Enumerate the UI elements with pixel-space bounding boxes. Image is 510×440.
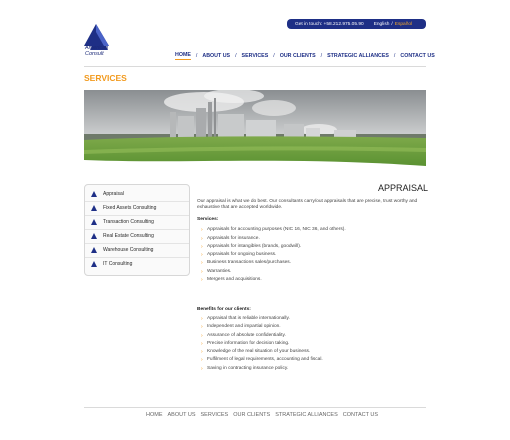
triangle-bullet-icon — [91, 247, 97, 253]
footer-link-services[interactable]: SERVICES — [201, 412, 229, 418]
footer-link-home[interactable]: HOME — [146, 412, 163, 418]
sidebar-item-label: Transaction Consulting — [103, 219, 154, 225]
sidebar-item-it[interactable]: IT Consulting — [85, 257, 189, 271]
list-item: › Appraisals for accounting purposes (NIC… — [201, 227, 346, 234]
services-heading: Services: — [197, 216, 219, 222]
list-item: › Appraisals for ongoing business. — [201, 252, 277, 259]
arrow-bullet-icon: › — [201, 365, 203, 372]
logo-name-line2: Consult — [85, 50, 104, 57]
list-item: › Independent and impartial opinion. — [201, 324, 281, 331]
arrow-bullet-icon: › — [201, 332, 203, 339]
contact-phone: Get in touch: +58.212.975.05.90 — [295, 21, 364, 27]
nav-services[interactable]: SERVICES — [242, 53, 269, 59]
sidebar-item-label: IT Consulting — [103, 261, 133, 267]
footer-link-our-clients[interactable]: OUR CLIENTS — [233, 412, 270, 418]
triangle-bullet-icon — [91, 233, 97, 239]
banner-image — [84, 90, 426, 176]
benefits-block: Benefits for our clients: › Appraisal tha… — [197, 307, 429, 373]
list-item: › Fulfilment of legal requirements, accou… — [201, 357, 323, 364]
arrow-bullet-icon: › — [201, 324, 203, 331]
arrow-bullet-icon: › — [201, 340, 203, 347]
nav-separator: / — [393, 53, 396, 59]
contact-bar: Get in touch: +58.212.975.05.90 English … — [287, 19, 426, 29]
nav-separator: / — [195, 53, 198, 59]
arrow-bullet-icon: › — [201, 357, 203, 364]
arrow-bullet-icon: › — [201, 243, 203, 250]
sidebar-item-label: Warehouse Consulting — [103, 247, 154, 253]
list-item: › Business transactions sales/purchases. — [201, 260, 291, 267]
services-sidebar: Appraisal Fixed Assets Consulting Transa… — [84, 184, 190, 276]
list-item: › Appraisals for intangibles (brands, goo… — [201, 243, 302, 250]
nav-separator: / — [320, 53, 323, 59]
triangle-bullet-icon — [91, 191, 97, 197]
list-item: › Saving in contracting insurance policy. — [201, 365, 289, 372]
footer-nav: HOME ABOUT US SERVICES OUR CLIENTS STRAT… — [146, 412, 383, 418]
list-item: › Appraisal that is reliable internationa… — [201, 316, 290, 322]
triangle-bullet-icon — [91, 205, 97, 211]
sidebar-item-label: Appraisal — [103, 191, 124, 197]
footer-link-about-us[interactable]: ABOUT US — [168, 412, 196, 418]
triangle-bullet-icon — [91, 261, 97, 267]
sidebar-item-label: Fixed Assets Consulting — [103, 205, 157, 211]
benefits-heading: Benefits for our clients: — [197, 307, 251, 312]
lang-spanish-link[interactable]: Español — [395, 22, 412, 27]
lang-separator: / — [391, 21, 393, 27]
list-item: › Appraisals for insurance. — [201, 235, 260, 242]
page-title: SERVICES — [84, 73, 127, 83]
content-title: APPRAISAL — [378, 183, 429, 193]
arrow-bullet-icon: › — [201, 235, 203, 242]
sidebar-item-warehouse[interactable]: Warehouse Consulting — [85, 243, 189, 258]
list-item: › Precise information for decision taking… — [201, 340, 290, 347]
list-item: › Knowledge of the real situation of your… — [201, 349, 311, 356]
services-list: › Appraisals for accounting purposes (NIC… — [197, 226, 429, 284]
arrow-bullet-icon: › — [201, 349, 203, 356]
arrow-bullet-icon: › — [201, 252, 203, 259]
list-item: › Warranties. — [201, 268, 232, 275]
footer-link-strategic-alliances[interactable]: STRATEGIC ALLIANCES — [275, 412, 338, 418]
footer-link-contact-us[interactable]: CONTACT US — [343, 412, 378, 418]
sidebar-item-fixed-assets[interactable]: Fixed Assets Consulting — [85, 201, 189, 216]
sidebar-item-real-estate[interactable]: Real Estate Consulting — [85, 229, 189, 244]
nav-separator: / — [273, 53, 275, 59]
arrow-bullet-icon: › — [201, 316, 203, 322]
arrow-bullet-icon: › — [201, 260, 203, 267]
list-item: › Assurance of absolute confidentiality. — [201, 332, 286, 339]
nav-separator: / — [235, 53, 237, 59]
lang-english-link[interactable]: English — [374, 22, 390, 27]
header-divider — [84, 66, 426, 67]
sidebar-item-appraisal[interactable]: Appraisal — [85, 187, 189, 202]
triangle-bullet-icon — [91, 219, 97, 225]
benefits-list: › Appraisal that is reliable internationa… — [197, 315, 429, 373]
content-body: Our appraisal is what we do best. Our co… — [197, 199, 429, 284]
sidebar-item-label: Real Estate Consulting — [103, 233, 154, 239]
arrow-bullet-icon: › — [201, 277, 203, 283]
main-nav: HOME / ABOUT US / SERVICES / OUR CLIENTS… — [175, 52, 435, 60]
nav-home[interactable]: HOME — [175, 52, 191, 60]
intro-paragraph: Our appraisal is what we do best. Our co… — [197, 199, 418, 211]
logo-text: American Consult — [85, 45, 108, 57]
sidebar-item-transaction[interactable]: Transaction Consulting — [85, 215, 189, 230]
nav-about-us[interactable]: ABOUT US — [202, 53, 230, 59]
nav-contact-us[interactable]: CONTACT US — [400, 53, 434, 59]
nav-strategic-alliances[interactable]: STRATEGIC ALLIANCES — [327, 53, 389, 59]
list-item: › Mergers and acquisitions. — [201, 277, 262, 283]
nav-our-clients[interactable]: OUR CLIENTS — [280, 53, 316, 59]
footer-divider — [84, 407, 426, 408]
arrow-bullet-icon: › — [201, 227, 203, 234]
arrow-bullet-icon: › — [201, 268, 203, 275]
